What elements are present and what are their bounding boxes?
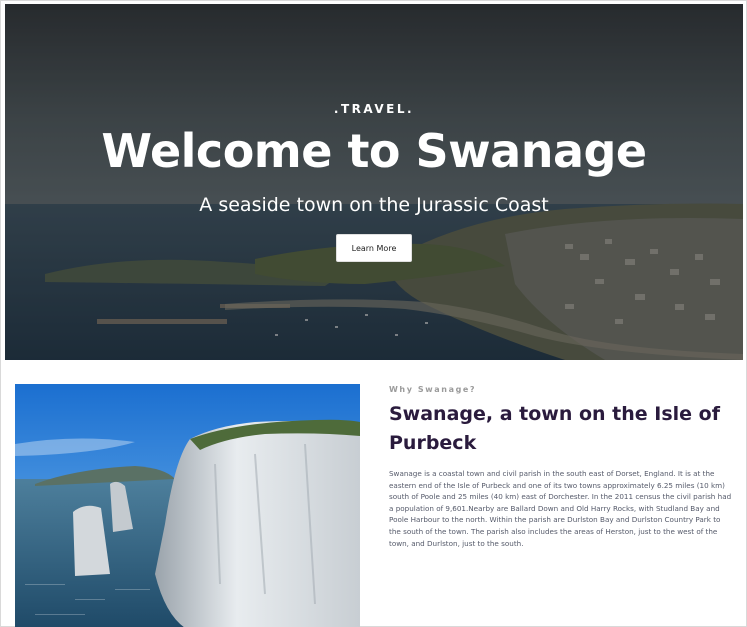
- section-body: Swanage is a coastal town and civil pari…: [389, 469, 732, 548]
- page: .TRAVEL. Welcome to Swanage A seaside to…: [0, 0, 747, 627]
- hero-subtitle: A seaside town on the Jurassic Coast: [199, 194, 549, 216]
- section-title: Swanage, a town on the Isle of Purbeck: [389, 403, 721, 454]
- about-section: Why Swanage? Swanage, a town on the Isle…: [389, 385, 734, 549]
- hero-title: Welcome to Swanage: [101, 124, 647, 178]
- hero-section: .TRAVEL. Welcome to Swanage A seaside to…: [5, 4, 743, 360]
- learn-more-button[interactable]: Learn More: [336, 234, 412, 262]
- hero-overlay: [5, 4, 743, 360]
- section-kicker: Why Swanage?: [389, 385, 477, 394]
- hero-kicker: .TRAVEL.: [333, 102, 415, 116]
- cliffs-photo: [15, 384, 360, 627]
